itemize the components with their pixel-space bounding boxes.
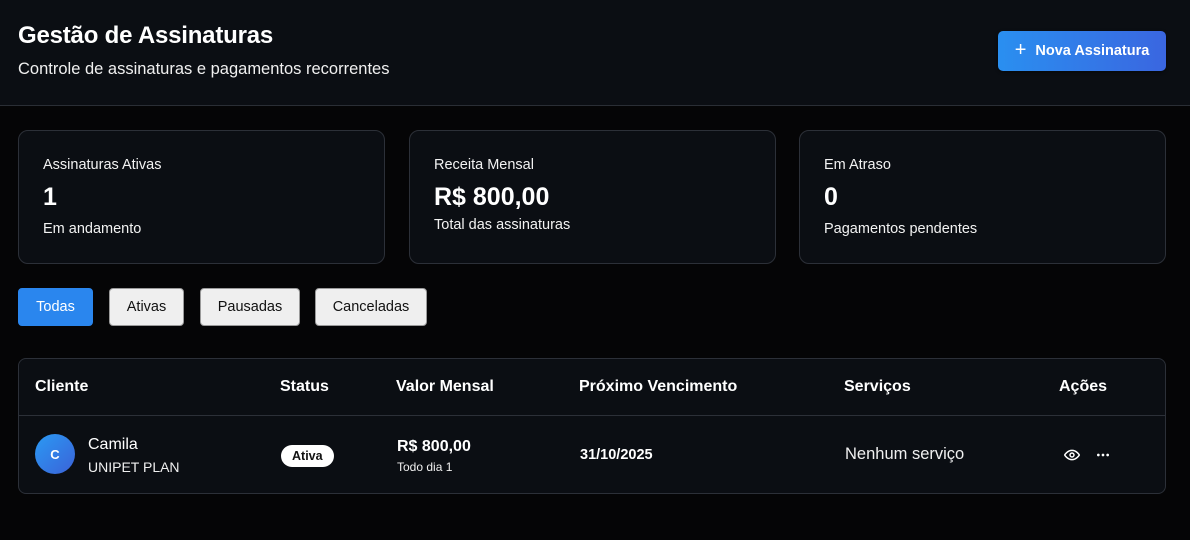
stat-value: 1	[43, 183, 57, 211]
column-header-next-due: Próximo Vencimento	[579, 378, 738, 395]
status-badge: Ativa	[281, 445, 334, 467]
stat-description: Pagamentos pendentes	[824, 221, 978, 237]
client-plan: UNIPET PLAN	[88, 459, 180, 475]
filter-pausadas[interactable]: Pausadas	[200, 288, 300, 326]
stat-description: Em andamento	[43, 221, 142, 237]
column-header-client: Cliente	[35, 378, 89, 395]
stat-card-active: Assinaturas Ativas 1 Em andamento	[18, 130, 385, 264]
monthly-amount: R$ 800,00	[397, 438, 471, 455]
page-header: Gestão de Assinaturas Controle de assina…	[0, 0, 1190, 106]
header-divider	[19, 415, 1165, 416]
new-subscription-label: Nova Assinatura	[1035, 43, 1150, 59]
stat-description: Total das assinaturas	[434, 217, 571, 233]
stat-card-overdue: Em Atraso 0 Pagamentos pendentes	[799, 130, 1166, 264]
services: Nenhum serviço	[845, 445, 965, 463]
billing-day: Todo dia 1	[397, 460, 453, 474]
stat-label: Assinaturas Ativas	[43, 157, 162, 173]
plus-icon: +	[1014, 39, 1027, 61]
client-name: Camila	[88, 436, 138, 453]
stat-label: Em Atraso	[824, 157, 891, 173]
stat-card-revenue: Receita Mensal R$ 800,00 Total das assin…	[409, 130, 776, 264]
column-header-services: Serviços	[844, 378, 911, 395]
more-horizontal-icon[interactable]	[1092, 444, 1114, 466]
eye-icon[interactable]	[1061, 444, 1083, 466]
page-title: Gestão de Assinaturas	[18, 22, 274, 49]
column-header-actions: Ações	[1059, 378, 1108, 395]
next-due-date: 31/10/2025	[580, 447, 653, 463]
stat-value: R$ 800,00	[434, 183, 550, 211]
column-header-amount: Valor Mensal	[396, 378, 494, 395]
column-header-status: Status	[280, 378, 329, 395]
filter-ativas[interactable]: Ativas	[109, 288, 184, 326]
stat-value: 0	[824, 183, 838, 211]
filter-canceladas[interactable]: Canceladas	[315, 288, 427, 326]
subscriptions-table: Cliente Status Valor Mensal Próximo Venc…	[18, 358, 1166, 494]
stat-label: Receita Mensal	[434, 157, 534, 173]
avatar: C	[35, 434, 75, 474]
new-subscription-button[interactable]: + Nova Assinatura	[998, 31, 1166, 71]
page-subtitle: Controle de assinaturas e pagamentos rec…	[18, 60, 390, 78]
filter-todas[interactable]: Todas	[18, 288, 93, 326]
